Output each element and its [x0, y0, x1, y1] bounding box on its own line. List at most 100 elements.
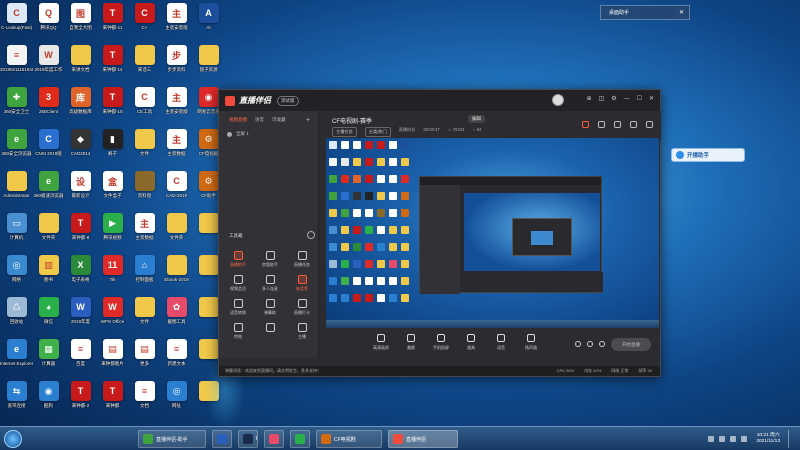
gear-icon[interactable]: [599, 341, 605, 347]
start-live-button[interactable]: 开始直播: [611, 338, 651, 351]
tool-item[interactable]: 弹幕助: [255, 299, 285, 316]
tool-item[interactable]: 主播: [287, 323, 317, 340]
tool-item[interactable]: 房管助手: [255, 251, 285, 268]
desktop-gadget[interactable]: 桌面助手 ✕: [600, 5, 690, 20]
desktop-icon[interactable]: Q 腾讯QQ: [32, 3, 65, 30]
window-button[interactable]: ◫: [599, 95, 605, 102]
version-badge[interactable]: 测试版: [277, 95, 299, 106]
settings-icon[interactable]: [587, 341, 593, 347]
desktop-icon[interactable]: T 来钟都-8: [64, 213, 97, 240]
window-button[interactable]: —: [624, 96, 630, 102]
desktop-icon[interactable]: W WPS Office: [96, 297, 129, 324]
show-desktop-button[interactable]: [788, 430, 794, 448]
desktop-icon[interactable]: ▤ 来钟都图片: [96, 339, 129, 366]
desktop-icon[interactable]: T 来钟都: [96, 381, 129, 408]
clock[interactable]: 10:21 周六 2021/11/13: [756, 433, 780, 445]
taskbar-item[interactable]: [290, 430, 310, 448]
desktop-icon[interactable]: 盒文件盒子: [96, 171, 129, 198]
lock-icon[interactable]: [598, 121, 605, 128]
desktop-icon[interactable]: ▥ 图书: [32, 255, 65, 282]
tab-favorites[interactable]: 可收藏: [272, 117, 286, 124]
desktop-icon[interactable]: 设最新设计: [64, 171, 97, 198]
user-avatar[interactable]: [552, 94, 564, 106]
stream-title[interactable]: CF电视剧-赛季: [332, 116, 372, 125]
taskbar-item[interactable]: 直播伴侣: [388, 430, 458, 448]
category-chip[interactable]: 分类/热门: [364, 127, 391, 137]
desktop-icon[interactable]: ▭ 计算机: [0, 213, 33, 240]
desktop-icon[interactable]: ✿ 截图工具: [160, 297, 193, 324]
add-scene-icon[interactable]: +: [306, 117, 310, 124]
desktop-icon[interactable]: 11 Tik: [96, 255, 129, 282]
desktop-icon[interactable]: 主主装数据: [128, 213, 161, 240]
tool-item[interactable]: 直播打卡: [287, 299, 317, 316]
window-button[interactable]: ✕: [649, 95, 654, 102]
bottom-tool[interactable]: 手机投屏: [428, 334, 454, 351]
tool-item[interactable]: 多人连麦: [255, 275, 285, 292]
desktop-icon[interactable]: ◆ CAD2014: [64, 129, 97, 156]
desktop-icon[interactable]: ▤ 更多: [128, 339, 161, 366]
desktop-icon[interactable]: 文件: [128, 129, 161, 156]
tool-item[interactable]: 语音转换: [223, 299, 253, 316]
desktop-icon[interactable]: C CAD-2019: [160, 171, 193, 198]
taskbar-item[interactable]: [212, 430, 232, 448]
desktop-icon[interactable]: C C-Lookup(Fast): [0, 3, 33, 30]
bottom-tool[interactable]: 道具: [458, 334, 484, 351]
desktop-icon[interactable]: 图自我全大图: [64, 3, 97, 30]
share-icon[interactable]: [646, 121, 653, 128]
desktop-icon[interactable]: T 来钟都-11: [96, 3, 129, 30]
desktop-icon[interactable]: C CNSI 2019版: [32, 129, 65, 156]
desktop-icon[interactable]: ≡ 百度: [64, 339, 97, 366]
desktop-icon[interactable]: ◕ 微信: [32, 297, 65, 324]
tool-item[interactable]: 视频会员: [223, 275, 253, 292]
desktop-icon[interactable]: Ebook-2019: [160, 255, 193, 282]
desktop-icon[interactable]: e Internet Explorer: [0, 339, 33, 366]
desktop-icon[interactable]: 资料盘: [128, 171, 161, 198]
desktop-icon[interactable]: 文件: [128, 297, 161, 324]
tool-item[interactable]: 抽奖等: [287, 275, 317, 292]
tool-item[interactable]: 特效: [223, 323, 253, 340]
desktop-icon[interactable]: 3 250Client: [32, 87, 65, 114]
desktop-icon[interactable]: ⌂ 控制面板: [128, 255, 161, 282]
scene-item[interactable]: 全屏 1: [219, 128, 318, 140]
desktop-icon[interactable]: ✚ 360安全卫士: [0, 87, 33, 114]
desktop-icon[interactable]: 来讲文档: [64, 45, 97, 72]
desktop-icon[interactable]: C C+: [128, 3, 161, 30]
window-button[interactable]: ⊕: [586, 95, 591, 102]
camera-icon[interactable]: [575, 341, 581, 347]
edit-title-button[interactable]: 编辑: [468, 115, 485, 123]
bottom-tool[interactable]: 高清画质: [368, 334, 394, 351]
desktop-icon[interactable]: e 360极速浏览器: [32, 171, 65, 198]
desktop-icon[interactable]: A AI: [192, 3, 225, 30]
desktop-icon[interactable]: ◎ 网络: [0, 255, 33, 282]
desktop-icon[interactable]: ▮ 裤子: [96, 129, 129, 156]
bottom-tool[interactable]: 扬声器: [518, 334, 544, 351]
desktop-icon[interactable]: W 2019年度工作: [32, 45, 65, 72]
window-button[interactable]: ⚙: [611, 95, 616, 102]
desktop-icon[interactable]: ⇆ 宽带连接: [0, 381, 33, 408]
taskbar-item[interactable]: CF电视剧: [316, 430, 382, 448]
desktop-icon[interactable]: T 来钟都-10: [96, 87, 129, 114]
desktop-icon[interactable]: 来话三: [128, 45, 161, 72]
desktop-icon[interactable]: 主主装数据: [160, 129, 193, 156]
desktop-icon[interactable]: 镜子资源: [192, 45, 225, 72]
desktop-icon[interactable]: 库高级数据库: [64, 87, 97, 114]
record-icon[interactable]: [582, 121, 589, 128]
desktop-icon[interactable]: ▦ 计算器: [32, 339, 65, 366]
window-button[interactable]: ☐: [637, 95, 642, 102]
desktop-icon[interactable]: 文件夹: [32, 213, 65, 240]
desktop-icon[interactable]: 主主装安装版: [160, 87, 193, 114]
overlay-badge[interactable]: 开播助手: [671, 148, 745, 162]
stream-preview[interactable]: [326, 138, 659, 328]
desktop-icon[interactable]: ♺ 回收站: [0, 297, 33, 324]
desktop-icon[interactable]: T 来钟都-2: [64, 381, 97, 408]
desktop-icon[interactable]: ≡ 文档: [128, 381, 161, 408]
task-chip[interactable]: 主播任务: [332, 127, 357, 137]
desktop-icon[interactable]: 步步步资料: [160, 45, 193, 72]
eye-icon[interactable]: [227, 131, 232, 137]
taskbar-item[interactable]: Ps: [238, 430, 258, 448]
desktop-icon[interactable]: e 360安全浏览器: [0, 129, 33, 156]
tray-icon[interactable]: [719, 436, 726, 442]
desktop-icon[interactable]: X 电子表格: [64, 255, 97, 282]
tab-video-live[interactable]: 视频直播: [229, 117, 247, 124]
desktop-icon[interactable]: ≡ 新建文本: [160, 339, 193, 366]
